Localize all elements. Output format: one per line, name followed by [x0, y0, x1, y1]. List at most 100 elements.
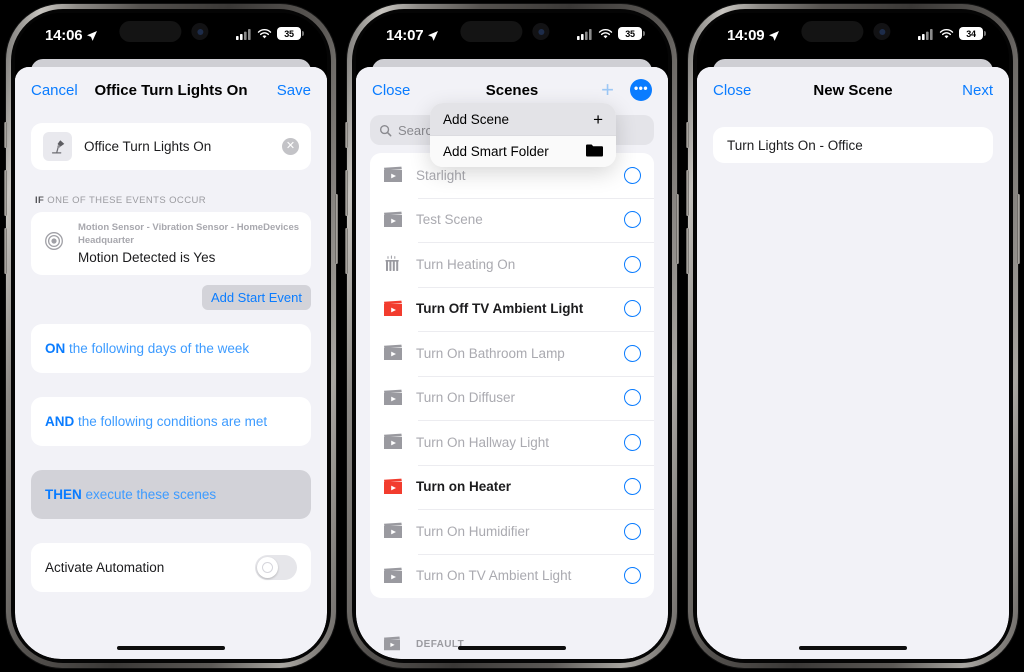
status-time: 14:09	[727, 27, 765, 44]
scene-select-radio[interactable]	[624, 300, 641, 318]
home-indicator[interactable]	[799, 646, 907, 650]
save-button[interactable]: Save	[277, 82, 311, 99]
clear-icon[interactable]: ✕	[282, 138, 299, 155]
scene-label: Turn On Hallway Light	[416, 434, 550, 450]
status-time-group: 14:06	[45, 27, 98, 44]
home-indicator[interactable]	[117, 646, 225, 650]
scene-select-radio[interactable]	[624, 255, 641, 273]
motion-sensor-icon	[43, 230, 65, 257]
battery-level: 35	[284, 28, 294, 39]
scene-select-radio[interactable]	[624, 211, 641, 229]
scene-clapper-icon	[383, 634, 403, 654]
scene-select-radio[interactable]	[624, 522, 641, 540]
automation-form: Office Turn Lights On ✕ IF ONE OF THESE …	[15, 113, 327, 659]
next-button[interactable]: Next	[962, 82, 993, 99]
desk-lamp-icon	[43, 132, 72, 161]
close-button[interactable]: Close	[372, 82, 410, 99]
menu-item-add-smart-folder[interactable]: Add Smart Folder	[430, 135, 616, 167]
automation-name-value: Office Turn Lights On	[84, 139, 212, 154]
plus-icon[interactable]: +	[601, 79, 614, 101]
power-button[interactable]	[335, 194, 338, 264]
scene-row-test-scene[interactable]: Test Scene	[370, 197, 654, 243]
if-section-label: IF ONE OF THESE EVENTS OCCUR	[31, 180, 311, 212]
scene-row-turn-on-diffuser[interactable]: Turn On Diffuser	[370, 375, 654, 421]
volume-down-button[interactable]	[345, 228, 348, 274]
power-button[interactable]	[1017, 194, 1020, 264]
volume-down-button[interactable]	[686, 228, 689, 274]
scene-label: Turn On Diffuser	[416, 390, 516, 406]
status-time: 14:06	[45, 27, 83, 44]
activate-automation-label: Activate Automation	[45, 559, 165, 575]
volume-up-button[interactable]	[345, 170, 348, 216]
scene-row-turn-on-bathroom-lamp[interactable]: Turn On Bathroom Lamp	[370, 331, 654, 376]
cellular-signal-icon	[577, 28, 592, 40]
scene-select-radio[interactable]	[624, 433, 641, 451]
scene-row-turn-on-hallway-light[interactable]: Turn On Hallway Light	[370, 420, 654, 465]
scene-label: Turn Heating On	[416, 256, 516, 272]
automation-name-card: Office Turn Lights On ✕	[31, 123, 311, 170]
navigation-bar: Cancel Office Turn Lights On Save	[15, 67, 327, 113]
volume-down-button[interactable]	[4, 228, 7, 274]
sheet-stack: Cancel Office Turn Lights On Save Office…	[15, 59, 327, 659]
ellipsis-circle-icon[interactable]: •••	[630, 79, 652, 101]
action-button[interactable]	[345, 122, 348, 148]
activate-automation-row[interactable]: Activate Automation	[31, 542, 311, 592]
status-indicators: 34	[918, 27, 986, 40]
scene-select-radio[interactable]	[624, 344, 641, 362]
volume-up-button[interactable]	[686, 170, 689, 216]
status-time-group: 14:09	[727, 27, 780, 44]
scene-row-default-partial[interactable]: DEFAULT	[356, 631, 668, 657]
battery-level: 34	[966, 28, 976, 39]
if-description: ONE OF THESE EVENTS OCCUR	[47, 195, 206, 206]
scene-select-radio[interactable]	[624, 166, 641, 184]
scene-select-radio[interactable]	[624, 567, 641, 585]
dynamic-island-pill	[460, 21, 523, 42]
location-arrow-icon	[87, 30, 98, 41]
front-camera	[873, 23, 891, 40]
if-keyword: IF	[35, 195, 45, 206]
navigation-bar: Close New Scene Next	[697, 67, 1009, 113]
sheet-stack: Close Scenes + ••• Search Starlight Test…	[356, 59, 668, 659]
menu-item-add-scene[interactable]: Add Scene +	[430, 103, 616, 135]
new-scene-form: Turn Lights On - Office	[697, 113, 1009, 659]
front-camera	[191, 23, 209, 40]
volume-up-button[interactable]	[4, 170, 7, 216]
phone-2-screen: 14:07 35 Close Scenes + ••• Search Starl…	[356, 13, 668, 659]
location-arrow-icon	[428, 30, 439, 41]
scene-clapper-icon	[383, 165, 403, 185]
dynamic-island-pill	[801, 21, 864, 42]
rule-row-on[interactable]: ON the following days of the week	[31, 323, 311, 373]
scene-label: Turn On Humidifier	[416, 523, 530, 539]
scene-row-turn-heating-on[interactable]: Turn Heating On	[370, 242, 654, 287]
rule-keyword-and: AND	[45, 413, 75, 429]
scene-name-input[interactable]: Turn Lights On - Office	[713, 127, 993, 163]
status-bar: 14:09 34	[697, 13, 1009, 59]
scene-row-turn-on-heater[interactable]: Turn on Heater	[370, 464, 654, 510]
scene-row-turn-on-humidifier[interactable]: Turn On Humidifier	[370, 509, 654, 554]
cancel-button[interactable]: Cancel	[31, 82, 78, 99]
phone-3-screen: 14:09 34 Close New Scene Next Turn Light…	[697, 13, 1009, 659]
action-button[interactable]	[4, 122, 7, 148]
scene-clapper-icon	[383, 477, 403, 497]
rule-row-then[interactable]: THEN execute these scenes	[31, 469, 311, 519]
automation-name-field[interactable]: Office Turn Lights On ✕	[31, 123, 311, 170]
scene-select-radio[interactable]	[624, 478, 641, 496]
action-button[interactable]	[686, 122, 689, 148]
activate-automation-toggle[interactable]	[255, 554, 297, 580]
close-button[interactable]: Close	[713, 82, 751, 99]
trigger-event-card[interactable]: Motion Sensor - Vibration Sensor - HomeD…	[31, 212, 311, 275]
phone-3-new-scene: 14:09 34 Close New Scene Next Turn Light…	[686, 4, 1020, 668]
scene-row-turn-on-tv-ambient-light[interactable]: Turn On TV Ambient Light	[370, 553, 654, 599]
sheet-stack: Close New Scene Next Turn Lights On - Of…	[697, 59, 1009, 659]
power-button[interactable]	[676, 194, 679, 264]
home-indicator[interactable]	[458, 646, 566, 650]
phone-1-automation-editor: 14:06 35 Cancel Office Turn Lights On Sa…	[4, 4, 338, 668]
scene-clapper-icon	[383, 521, 403, 541]
scene-select-radio[interactable]	[624, 389, 641, 407]
scene-row-turn-off-tv-ambient-light[interactable]: Turn Off TV Ambient Light	[370, 286, 654, 332]
search-icon	[379, 124, 392, 136]
rule-text-and: the following conditions are met	[74, 413, 268, 429]
add-start-event-button[interactable]: Add Start Event	[201, 284, 311, 310]
rule-row-and[interactable]: AND the following conditions are met	[31, 396, 311, 446]
automation-editor-sheet: Cancel Office Turn Lights On Save Office…	[15, 67, 327, 659]
